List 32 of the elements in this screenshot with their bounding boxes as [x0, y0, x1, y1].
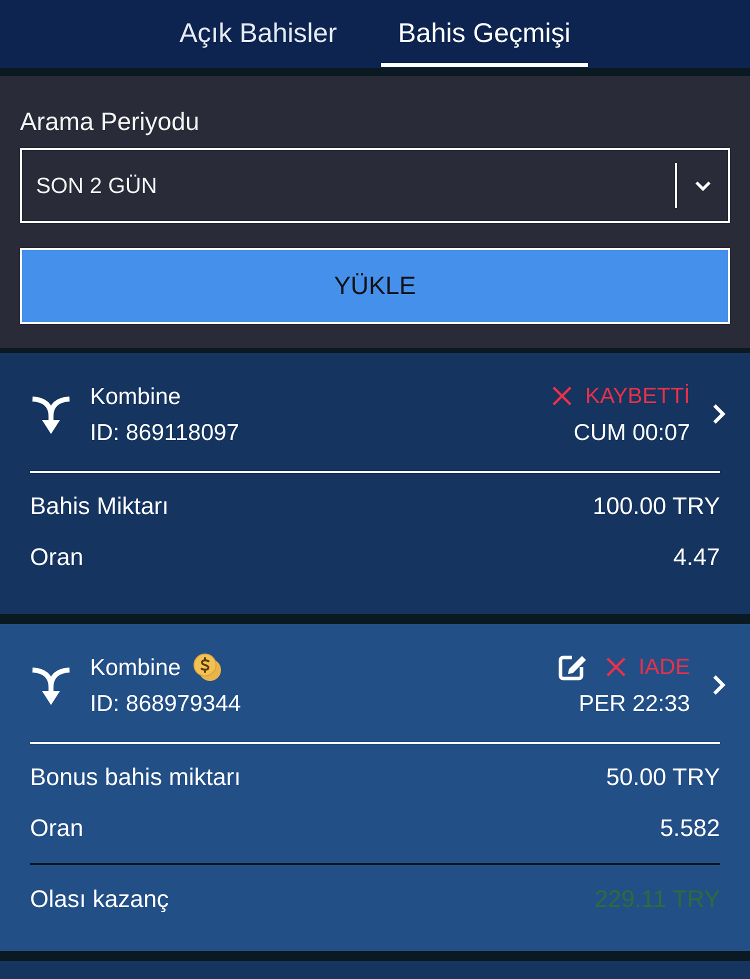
- row-value: 5.582: [660, 814, 720, 842]
- merge-arrow-icon: [30, 394, 72, 434]
- merge-arrow-icon: [30, 665, 72, 705]
- bet-status: KAYBETTİ: [585, 382, 690, 410]
- bet-type: Kombine: [90, 653, 181, 682]
- row-label: Oran: [30, 814, 84, 842]
- bet-id: ID: 868979344: [90, 689, 241, 718]
- bet-type: Kombine: [90, 382, 181, 411]
- bet-status: IADE: [638, 653, 690, 681]
- close-icon: [552, 386, 572, 406]
- bet-id: ID: 869118097: [90, 418, 240, 447]
- tab[interactable]: Bahis Geçmişi: [381, 0, 588, 67]
- row-label: Oran: [30, 544, 84, 572]
- tab[interactable]: Açık Bahisler: [162, 0, 354, 67]
- chevron-right-icon: [712, 674, 726, 696]
- potential-win-value: 229.11 TRY: [594, 886, 720, 914]
- row-value: 100.00 TRY: [592, 492, 720, 520]
- chevron-right-icon: [712, 403, 726, 425]
- row-value: 4.47: [673, 544, 720, 572]
- load-button[interactable]: YÜKLE: [20, 248, 730, 324]
- row-value: 50.00 TRY: [606, 764, 720, 792]
- bet-time: CUM 00:07: [574, 418, 690, 447]
- bet-time: PER 22:33: [578, 689, 690, 718]
- row-label: Bahis Miktarı: [30, 492, 169, 520]
- bet-card[interactable]: Kombine ID: 868979344 IADE PER 22:33 Bonus bahis miktarı 50.00 TRY Oran 5.582 Olası kazanç 229.11 TRY: [0, 624, 750, 951]
- chevron-down-icon: [694, 180, 710, 190]
- row-label: Olası kazanç: [30, 886, 169, 914]
- period-select[interactable]: SON 2 GÜN: [20, 148, 730, 223]
- bet-card[interactable]: Kombine ID: 869118097 KAYBETTİ CUM 00:07 Bahis Miktarı 100.00 TRY Oran 4.47: [0, 353, 750, 614]
- close-icon: [606, 657, 626, 677]
- field-label: Arama Periyodu: [20, 107, 200, 137]
- row-label: Bonus bahis miktarı: [30, 764, 241, 792]
